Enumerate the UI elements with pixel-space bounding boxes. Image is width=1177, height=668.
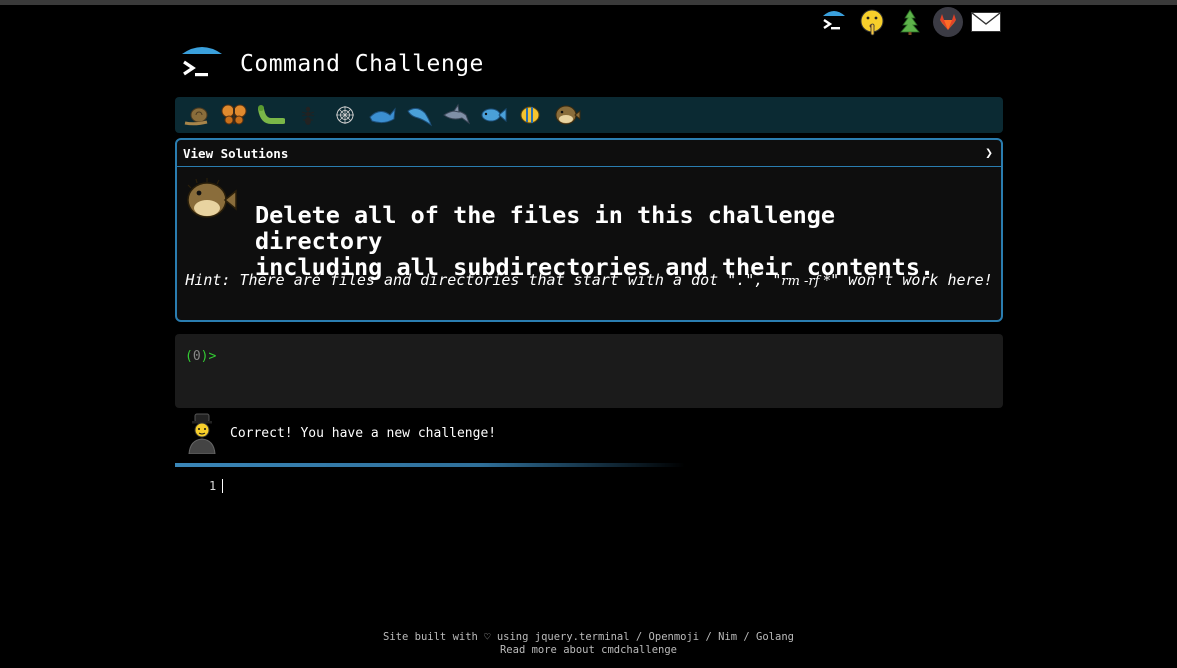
prompt-open: (: [185, 349, 193, 364]
shushing-face-icon[interactable]: [856, 6, 888, 38]
terminal[interactable]: (0)>: [175, 334, 1003, 408]
hint-prefix: Hint: There are files and directories th…: [185, 271, 782, 289]
butterfly-icon[interactable]: [218, 101, 249, 129]
result-message: Correct! You have a new challenge!: [230, 425, 497, 441]
dolphin-icon[interactable]: [403, 101, 434, 129]
footer-sep: /: [699, 631, 719, 643]
footer: Site built with ♡ using jquery.terminal …: [0, 631, 1177, 657]
footer-line-1: Site built with ♡ using jquery.terminal …: [0, 631, 1177, 644]
view-solutions-label: View Solutions: [183, 145, 289, 161]
text-cursor: [222, 479, 223, 493]
prompt-count: 0: [192, 349, 201, 364]
footer-sep: /: [737, 631, 757, 643]
top-border: [0, 0, 1177, 5]
read-more-link[interactable]: Read more about cmdchallenge: [0, 644, 1177, 657]
hint-suffix: " won't work here!: [830, 271, 993, 289]
whale-icon[interactable]: [366, 101, 397, 129]
challenge-description: Delete all of the files in this challeng…: [255, 202, 975, 280]
hint-text: Hint: There are files and directories th…: [177, 271, 1001, 289]
terminal-logo-icon[interactable]: [818, 6, 850, 38]
page-title: Command Challenge: [240, 51, 484, 77]
nim-link[interactable]: Nim: [718, 631, 737, 643]
line-number: 1: [209, 479, 217, 493]
snail-icon[interactable]: [181, 101, 212, 129]
openmoji-link[interactable]: Openmoji: [649, 631, 700, 643]
level-bar: [175, 97, 1003, 133]
progress-bar: [175, 463, 685, 467]
top-icon-bar: [818, 6, 1002, 38]
view-solutions-toggle[interactable]: View Solutions ❯: [177, 140, 1001, 167]
footer-sep: /: [629, 631, 649, 643]
result-row: Correct! You have a new challenge!: [186, 412, 497, 455]
challenge-line-1: Delete all of the files in this challeng…: [255, 201, 836, 255]
jquery-terminal-link[interactable]: jquery.terminal: [535, 631, 630, 643]
site-header: Command Challenge: [180, 44, 484, 84]
envelope-icon[interactable]: [970, 6, 1002, 38]
code-editor[interactable]: 1: [175, 478, 775, 498]
footer-prefix: Site built with ♡ using: [383, 631, 535, 643]
blowfish-icon[interactable]: [551, 101, 582, 129]
spider-web-icon[interactable]: [329, 101, 360, 129]
tropical-fish-icon[interactable]: [514, 101, 545, 129]
detective-avatar-icon: [186, 412, 218, 455]
golang-link[interactable]: Golang: [756, 631, 794, 643]
fish-icon[interactable]: [477, 101, 508, 129]
hint-code: rm -rf *: [781, 274, 831, 289]
tree-icon[interactable]: [894, 6, 926, 38]
blowfish-icon: [185, 178, 237, 222]
chevron-right-icon: ❯: [985, 145, 993, 161]
caterpillar-icon[interactable]: [255, 101, 286, 129]
terminal-logo-icon[interactable]: [180, 44, 224, 84]
ant-icon[interactable]: [292, 101, 323, 129]
prompt-close: )>: [200, 349, 217, 364]
challenge-panel: View Solutions ❯ Delete all of the files…: [175, 138, 1003, 322]
shark-icon[interactable]: [440, 101, 471, 129]
gitlab-icon[interactable]: [932, 6, 964, 38]
